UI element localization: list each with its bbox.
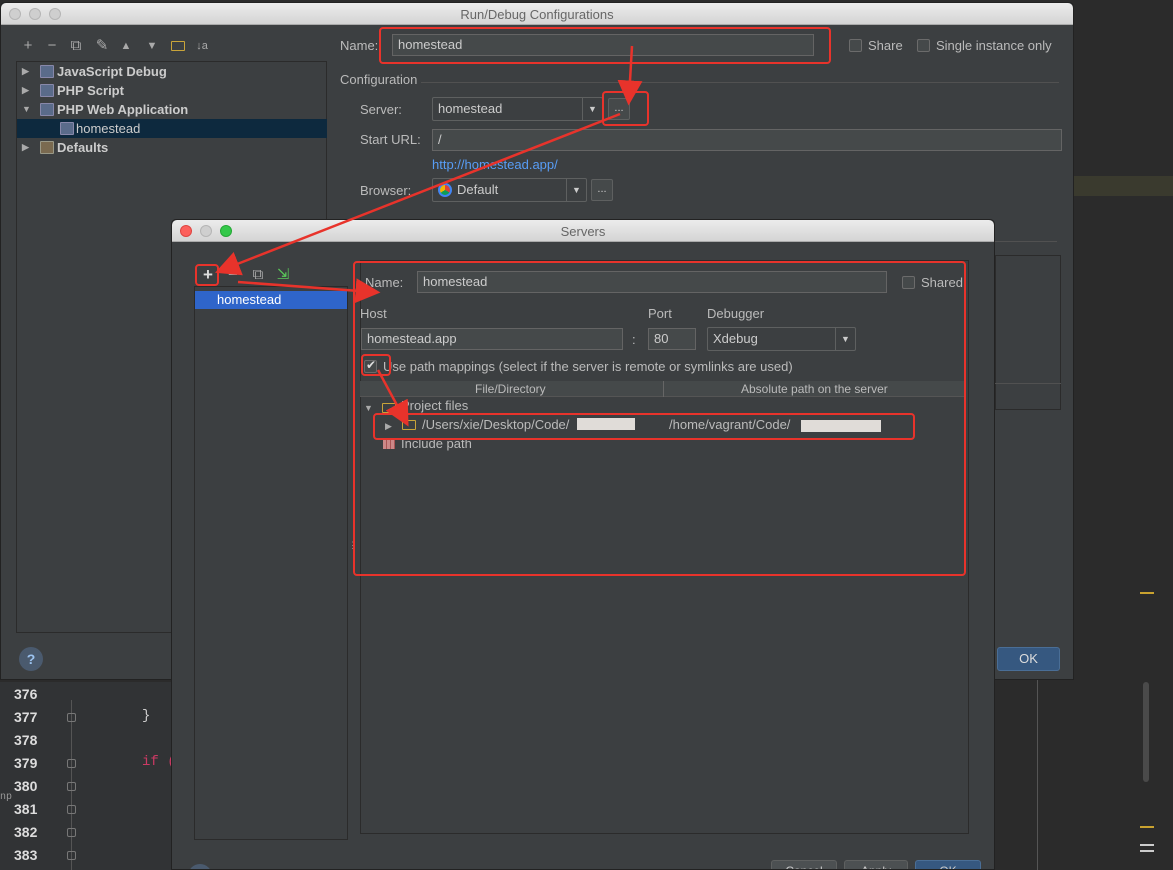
fold-marker-icon[interactable] bbox=[67, 805, 76, 814]
server-label: Server: bbox=[360, 102, 402, 117]
folder-icon[interactable] bbox=[169, 37, 187, 55]
editor-highlight-line bbox=[1074, 176, 1173, 196]
import-server-icon[interactable]: ⇲ bbox=[274, 266, 292, 284]
fold-marker-icon[interactable] bbox=[67, 759, 76, 768]
ok-button[interactable]: OK bbox=[915, 860, 981, 869]
dialog-title: Servers bbox=[560, 224, 606, 239]
browser-settings-button[interactable]: ... bbox=[591, 179, 613, 201]
name-label: Name: bbox=[340, 38, 379, 53]
fold-marker-icon[interactable] bbox=[67, 828, 76, 837]
fold-marker-icon[interactable] bbox=[67, 782, 76, 791]
tree-item-label: PHP Script bbox=[57, 83, 124, 98]
editor-margin-line bbox=[1037, 680, 1038, 870]
section-divider bbox=[421, 82, 1059, 83]
resolved-url-link[interactable]: http://homestead.app/ bbox=[432, 157, 558, 172]
tree-item-label: Defaults bbox=[57, 140, 109, 155]
chevron-down-icon: ▼ bbox=[582, 98, 602, 120]
annotation-add-box bbox=[195, 264, 219, 286]
chrome-icon bbox=[438, 183, 452, 197]
section-divider bbox=[995, 241, 1057, 242]
move-down-icon[interactable]: ▼ bbox=[143, 37, 161, 55]
move-up-icon[interactable]: ▲ bbox=[117, 37, 135, 55]
help-icon[interactable]: ? bbox=[19, 647, 43, 671]
browser-label: Browser: bbox=[360, 183, 412, 198]
wrench-icon bbox=[40, 141, 54, 154]
line-number: 381 bbox=[14, 801, 38, 817]
tree-item-label: homestead bbox=[76, 121, 141, 136]
php-web-app-icon bbox=[60, 122, 74, 135]
run-debug-titlebar: Run/Debug Configurations bbox=[1, 3, 1073, 25]
gutter-fragment: np bbox=[0, 792, 13, 803]
single-instance-checkbox[interactable] bbox=[917, 39, 930, 52]
javascript-debug-icon bbox=[40, 65, 54, 78]
start-url-label: Start URL: bbox=[360, 132, 421, 147]
remove-server-icon[interactable]: − bbox=[224, 266, 242, 284]
line-number: 380 bbox=[14, 778, 38, 794]
fold-marker-icon[interactable] bbox=[67, 851, 76, 860]
line-number: 378 bbox=[14, 732, 38, 748]
editor-scrollbar[interactable] bbox=[1143, 682, 1149, 782]
line-number: 379 bbox=[14, 755, 38, 771]
servers-titlebar: Servers bbox=[172, 220, 994, 242]
help-icon[interactable]: ? bbox=[188, 864, 212, 869]
expand-arrow-icon[interactable]: ▶ bbox=[22, 81, 29, 100]
tree-item-homestead[interactable]: homestead bbox=[17, 119, 327, 138]
wrench-icon[interactable]: ✎ bbox=[93, 37, 111, 55]
server-list: homestead bbox=[194, 286, 348, 840]
annotation-checkbox-box bbox=[361, 354, 391, 376]
share-label: Share bbox=[868, 38, 903, 53]
configuration-section-title: Configuration bbox=[340, 72, 418, 87]
tree-item-label: PHP Web Application bbox=[57, 102, 189, 117]
annotation-mapping-box bbox=[373, 413, 915, 440]
cancel-button[interactable]: Cancel bbox=[771, 860, 837, 869]
browser-select-value: Default bbox=[457, 182, 499, 197]
tree-item-php-script[interactable]: ▶ PHP Script bbox=[17, 81, 327, 100]
start-url-input[interactable]: / bbox=[432, 129, 1062, 151]
ok-button[interactable]: OK bbox=[997, 647, 1060, 671]
apply-button[interactable]: Apply bbox=[844, 860, 908, 869]
server-select-value: homestead bbox=[438, 101, 503, 116]
php-script-icon bbox=[40, 84, 54, 97]
copy-server-icon[interactable]: ⧉ bbox=[249, 266, 267, 284]
annotation-name-box bbox=[379, 27, 831, 64]
server-select[interactable]: homestead ▼ bbox=[432, 97, 603, 121]
line-number: 383 bbox=[14, 847, 38, 863]
before-launch-panel bbox=[995, 255, 1061, 410]
window-title: Run/Debug Configurations bbox=[460, 7, 614, 22]
servers-dialog: Servers + − ⧉ ⇲ homestead Name: homestea… bbox=[171, 219, 995, 870]
copy-icon[interactable]: ⧉ bbox=[67, 37, 85, 55]
browser-select[interactable]: Default ▼ bbox=[432, 178, 587, 202]
expand-arrow-icon[interactable]: ▶ bbox=[22, 138, 29, 157]
line-number: 382 bbox=[14, 824, 38, 840]
single-instance-label: Single instance only bbox=[936, 38, 1052, 53]
tree-item-defaults[interactable]: ▶ Defaults bbox=[17, 138, 327, 157]
code-brace: } bbox=[142, 708, 151, 724]
tree-item-javascript-debug[interactable]: ▶ JavaScript Debug bbox=[17, 62, 327, 81]
add-icon[interactable]: + bbox=[19, 37, 37, 55]
line-number: 376 bbox=[14, 686, 38, 702]
scroll-marker bbox=[1140, 592, 1154, 594]
sort-icon[interactable]: ↓a bbox=[193, 37, 211, 55]
server-list-item[interactable]: homestead bbox=[195, 291, 347, 309]
scroll-marker bbox=[1140, 850, 1154, 852]
expand-arrow-icon[interactable]: ▶ bbox=[22, 62, 29, 81]
section-divider bbox=[995, 383, 1061, 384]
share-checkbox[interactable] bbox=[849, 39, 862, 52]
line-number: 377 bbox=[14, 709, 38, 725]
scroll-marker bbox=[1140, 826, 1154, 828]
fold-marker-icon[interactable] bbox=[67, 713, 76, 722]
php-web-app-icon bbox=[40, 103, 54, 116]
tree-item-php-web-application[interactable]: ▼ PHP Web Application bbox=[17, 100, 327, 119]
collapse-arrow-icon[interactable]: ▼ bbox=[22, 100, 31, 119]
scroll-marker bbox=[1140, 844, 1154, 846]
tree-item-label: JavaScript Debug bbox=[57, 64, 167, 79]
annotation-browse-box bbox=[602, 91, 649, 126]
remove-icon[interactable]: − bbox=[43, 37, 61, 55]
chevron-down-icon: ▼ bbox=[566, 179, 586, 201]
